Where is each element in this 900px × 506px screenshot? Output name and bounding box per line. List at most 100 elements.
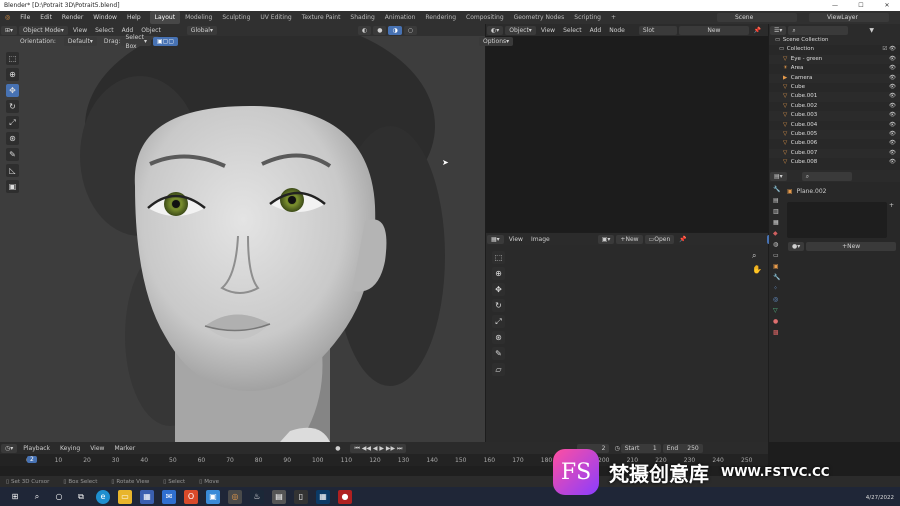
visibility-icon[interactable]: 👁: [889, 149, 896, 158]
object-tab-icon[interactable]: ▣: [773, 263, 783, 270]
move-tool-icon[interactable]: ✥: [6, 84, 19, 97]
outliner-item[interactable]: ▽ Cube.007 👁: [769, 148, 900, 159]
outliner-search-input[interactable]: ⌕: [788, 25, 849, 35]
node-object-select[interactable]: Object ▾: [505, 25, 536, 35]
scene-tab-icon[interactable]: ◆: [773, 230, 783, 237]
mail-icon[interactable]: ✉: [162, 489, 176, 504]
tool-tab-icon[interactable]: 🔧: [773, 186, 783, 193]
image-annotate-tool-icon[interactable]: ✎: [492, 347, 505, 360]
menu-window[interactable]: Window: [88, 11, 122, 24]
visibility-icon[interactable]: 👁: [889, 111, 896, 120]
visibility-icon[interactable]: 👁: [889, 74, 896, 83]
timeline-type-button[interactable]: ◷▾: [1, 443, 18, 453]
rotate-tool-icon[interactable]: ↻: [6, 100, 19, 113]
collection-tab-icon[interactable]: ▭: [773, 252, 783, 259]
tab-rendering[interactable]: Rendering: [420, 11, 461, 24]
properties-search-input[interactable]: ⌕: [801, 171, 852, 181]
image-browse-button[interactable]: ▣▾: [597, 234, 615, 244]
menu-edit[interactable]: Edit: [35, 11, 57, 24]
tab-uv-editing[interactable]: UV Editing: [255, 11, 296, 24]
playback-controls[interactable]: ⏮ ◀◀ ◀ ▶ ▶▶ ⏭: [350, 443, 407, 453]
visibility-icon[interactable]: 👁: [889, 139, 896, 148]
tab-geometry-nodes[interactable]: Geometry Nodes: [509, 11, 570, 24]
pan-hand-icon[interactable]: ✋: [752, 265, 762, 274]
timeline-menu-keying[interactable]: Keying: [55, 445, 85, 452]
particles-tab-icon[interactable]: ⁘: [773, 285, 783, 292]
visibility-icon[interactable]: 👁: [889, 121, 896, 130]
tab-modeling[interactable]: Modeling: [180, 11, 217, 24]
image-scale-tool-icon[interactable]: ⤢: [492, 315, 505, 328]
properties-type-button[interactable]: ▤▾: [770, 171, 787, 181]
tab-scripting[interactable]: Scripting: [569, 11, 606, 24]
shading-solid-button[interactable]: ●: [373, 25, 387, 35]
photos-icon[interactable]: ▣: [206, 489, 220, 504]
node-menu-node[interactable]: Node: [605, 27, 629, 34]
photoshop-icon[interactable]: ▦: [316, 489, 330, 504]
playhead[interactable]: 2: [27, 456, 37, 463]
outliner-collection[interactable]: ▭ Collection ☑ 👁: [769, 45, 900, 54]
transform-tool-icon[interactable]: ⊛: [6, 132, 19, 145]
edge-icon[interactable]: e: [96, 489, 110, 504]
3d-viewport[interactable]: ⬚ ⊕ ✥ ↻ ⤢ ⊛ ✎ ◺ ▣ ➤: [0, 36, 485, 442]
add-cube-tool-icon[interactable]: ▣: [6, 180, 19, 193]
node-menu-view[interactable]: View: [537, 27, 559, 34]
minimize-button[interactable]: —: [822, 0, 848, 11]
view-layer-selector[interactable]: ViewLayer: [809, 13, 889, 22]
cursor-tool-icon[interactable]: ⊕: [6, 68, 19, 81]
drag-select[interactable]: Select Box ▾: [121, 34, 151, 50]
shading-material-button[interactable]: ◑: [388, 25, 402, 35]
tab-texture-paint[interactable]: Texture Paint: [297, 11, 346, 24]
node-menu-select[interactable]: Select: [559, 27, 586, 34]
outliner-item[interactable]: ▶ Camera 👁: [769, 73, 900, 83]
node-menu-add[interactable]: Add: [586, 27, 606, 34]
viewport-gizmo-toggle[interactable]: ◐: [357, 25, 372, 35]
view-layer-tab-icon[interactable]: ▦: [773, 219, 783, 226]
zoom-icon[interactable]: ⌕: [752, 251, 756, 261]
viewport-menu-view[interactable]: View: [69, 27, 91, 34]
outliner-item[interactable]: ▽ Cube 👁: [769, 83, 900, 92]
office-icon[interactable]: O: [184, 489, 198, 504]
outliner-item[interactable]: ▽ Cube.002 👁: [769, 102, 900, 111]
measure-tool-icon[interactable]: ◺: [6, 164, 19, 177]
pin-icon[interactable]: 📌: [754, 27, 761, 34]
image-editor[interactable]: ⬚ ⊕ ✥ ↻ ⤢ ⊛ ✎ ▱ ⌕ ✋: [486, 245, 768, 442]
visibility-icon[interactable]: 👁: [889, 64, 896, 73]
file-explorer-icon[interactable]: ▭: [118, 489, 132, 504]
visibility-icon[interactable]: 👁: [889, 158, 896, 167]
outliner[interactable]: ▭ Scene Collection ▭ Collection ☑ 👁 ▽ Eye…: [769, 36, 900, 170]
physics-tab-icon[interactable]: ◎: [773, 296, 783, 303]
slot-select[interactable]: Slot: [638, 25, 677, 35]
visibility-icon[interactable]: 👁: [889, 102, 896, 111]
visibility-icon[interactable]: 👁: [889, 55, 896, 64]
outliner-item[interactable]: ▽ Cube.004 👁: [769, 121, 900, 130]
visibility-icon[interactable]: 👁: [889, 92, 896, 101]
image-pin-icon[interactable]: 📌: [679, 236, 686, 243]
material-tab-icon[interactable]: ●: [773, 318, 783, 325]
outliner-item[interactable]: ▽ Eye - green 👁: [769, 54, 900, 65]
collection-visibility-icon[interactable]: ☑ 👁: [882, 45, 896, 54]
record-icon[interactable]: ●: [335, 445, 340, 452]
render-tab-icon[interactable]: ▤: [773, 197, 783, 204]
scale-tool-icon[interactable]: ⤢: [6, 116, 19, 129]
image-sample-tool-icon[interactable]: ▱: [492, 363, 505, 376]
material-browse-button[interactable]: ●▾: [788, 242, 805, 251]
node-editor-type-button[interactable]: ◐▾: [487, 25, 504, 35]
outliner-item[interactable]: ☀ Area 👁: [769, 64, 900, 73]
image-editor-type-button[interactable]: ▦▾: [487, 234, 504, 244]
viewport-menu-select[interactable]: Select: [91, 27, 118, 34]
outliner-item[interactable]: ▽ Cube.008 👁: [769, 158, 900, 167]
image-transform-tool-icon[interactable]: ⊛: [492, 331, 505, 344]
outliner-item[interactable]: ▽ Cube.001 👁: [769, 92, 900, 102]
timeline-menu-view[interactable]: View: [85, 445, 109, 452]
outliner-filter-icon[interactable]: ▼: [869, 27, 874, 34]
mode-select[interactable]: Object Mode ▾: [19, 25, 68, 35]
menu-file[interactable]: File: [15, 11, 35, 24]
annotate-tool-icon[interactable]: ✎: [6, 148, 19, 161]
blender-taskbar-icon[interactable]: ◎: [228, 489, 242, 504]
data-tab-icon[interactable]: ▽: [773, 307, 783, 314]
tab-shading[interactable]: Shading: [345, 11, 379, 24]
visibility-icon[interactable]: 👁: [889, 83, 896, 92]
outliner-type-button[interactable]: ☰▾: [770, 25, 787, 35]
tab-animation[interactable]: Animation: [380, 11, 421, 24]
timeline-menu-playback[interactable]: Playback: [18, 445, 55, 452]
